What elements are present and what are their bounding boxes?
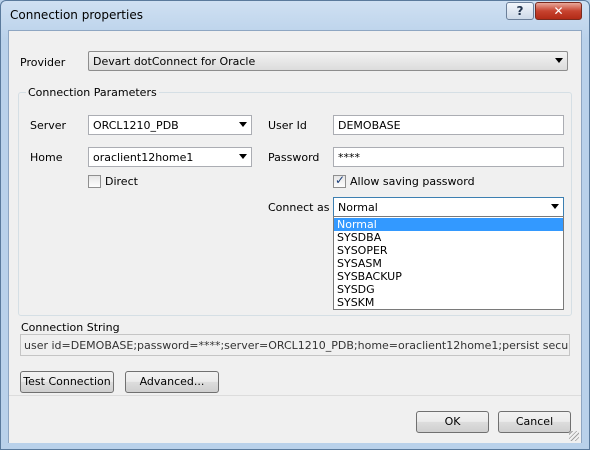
connect-as-dropdown-list: Normal SYSDBA SYSOPER SYSASM SYSBACKUP S…	[333, 216, 564, 310]
dropdown-option-sysoper[interactable]: SYSOPER	[334, 244, 563, 257]
resize-grip-icon[interactable]	[569, 431, 579, 441]
direct-label[interactable]: Direct	[105, 175, 138, 188]
provider-label: Provider	[20, 56, 66, 69]
ok-button[interactable]: OK	[416, 411, 489, 433]
connection-string-label: Connection String	[21, 321, 120, 334]
close-button[interactable]: ✕	[535, 2, 582, 20]
dialog-client-area: Provider Devart dotConnect for Oracle Co…	[8, 30, 582, 443]
chevron-down-icon	[555, 58, 563, 63]
server-value: ORCL1210_PDB	[93, 119, 179, 132]
connect-as-select[interactable]: Normal	[333, 197, 564, 217]
connection-parameters-title: Connection Parameters	[26, 86, 159, 99]
direct-checkbox[interactable]	[88, 175, 101, 188]
dropdown-option-sysasm[interactable]: SYSASM	[334, 257, 563, 270]
dropdown-option-syskm[interactable]: SYSKM	[334, 296, 563, 309]
chevron-down-icon[interactable]	[551, 204, 559, 209]
password-value: ****	[338, 151, 360, 164]
home-combobox[interactable]: oraclient12home1	[88, 147, 252, 167]
home-value: oraclient12home1	[93, 151, 194, 164]
chevron-down-icon[interactable]	[239, 154, 247, 159]
title-bar[interactable]: Connection properties ? ✕	[1, 1, 589, 29]
dialog-footer: OK Cancel	[9, 395, 581, 443]
allow-saving-password-label[interactable]: Allow saving password	[350, 175, 475, 188]
provider-select[interactable]: Devart dotConnect for Oracle	[88, 51, 568, 71]
dropdown-option-sysdba[interactable]: SYSDBA	[334, 231, 563, 244]
checkmark-icon: ✓	[335, 173, 346, 187]
password-input[interactable]: ****	[333, 147, 564, 167]
dropdown-option-sysbackup[interactable]: SYSBACKUP	[334, 270, 563, 283]
home-label: Home	[30, 151, 63, 164]
userid-label: User Id	[268, 119, 307, 132]
userid-input[interactable]: DEMOBASE	[333, 115, 564, 135]
dropdown-option-normal[interactable]: Normal	[334, 218, 563, 231]
server-label: Server	[30, 119, 67, 132]
password-label: Password	[268, 151, 320, 164]
help-button[interactable]: ?	[506, 2, 534, 20]
connection-string-field[interactable]: user id=DEMOBASE;password=****;server=OR…	[20, 334, 570, 356]
server-combobox[interactable]: ORCL1210_PDB	[88, 115, 252, 135]
dropdown-option-sysdg[interactable]: SYSDG	[334, 283, 563, 296]
connect-as-value: Normal	[338, 201, 378, 214]
connect-as-label: Connect as	[268, 201, 330, 214]
test-connection-button[interactable]: Test Connection	[20, 371, 114, 393]
provider-value: Devart dotConnect for Oracle	[93, 55, 256, 68]
dialog-window: Connection properties ? ✕ Provider Devar…	[0, 0, 590, 450]
chevron-down-icon[interactable]	[239, 122, 247, 127]
connection-string-value: user id=DEMOBASE;password=****;server=OR…	[24, 339, 569, 352]
window-title: Connection properties	[10, 8, 143, 22]
cancel-button[interactable]: Cancel	[498, 411, 571, 433]
advanced-button[interactable]: Advanced...	[125, 371, 219, 393]
userid-value: DEMOBASE	[338, 119, 401, 132]
allow-saving-password-checkbox[interactable]: ✓	[333, 173, 346, 188]
